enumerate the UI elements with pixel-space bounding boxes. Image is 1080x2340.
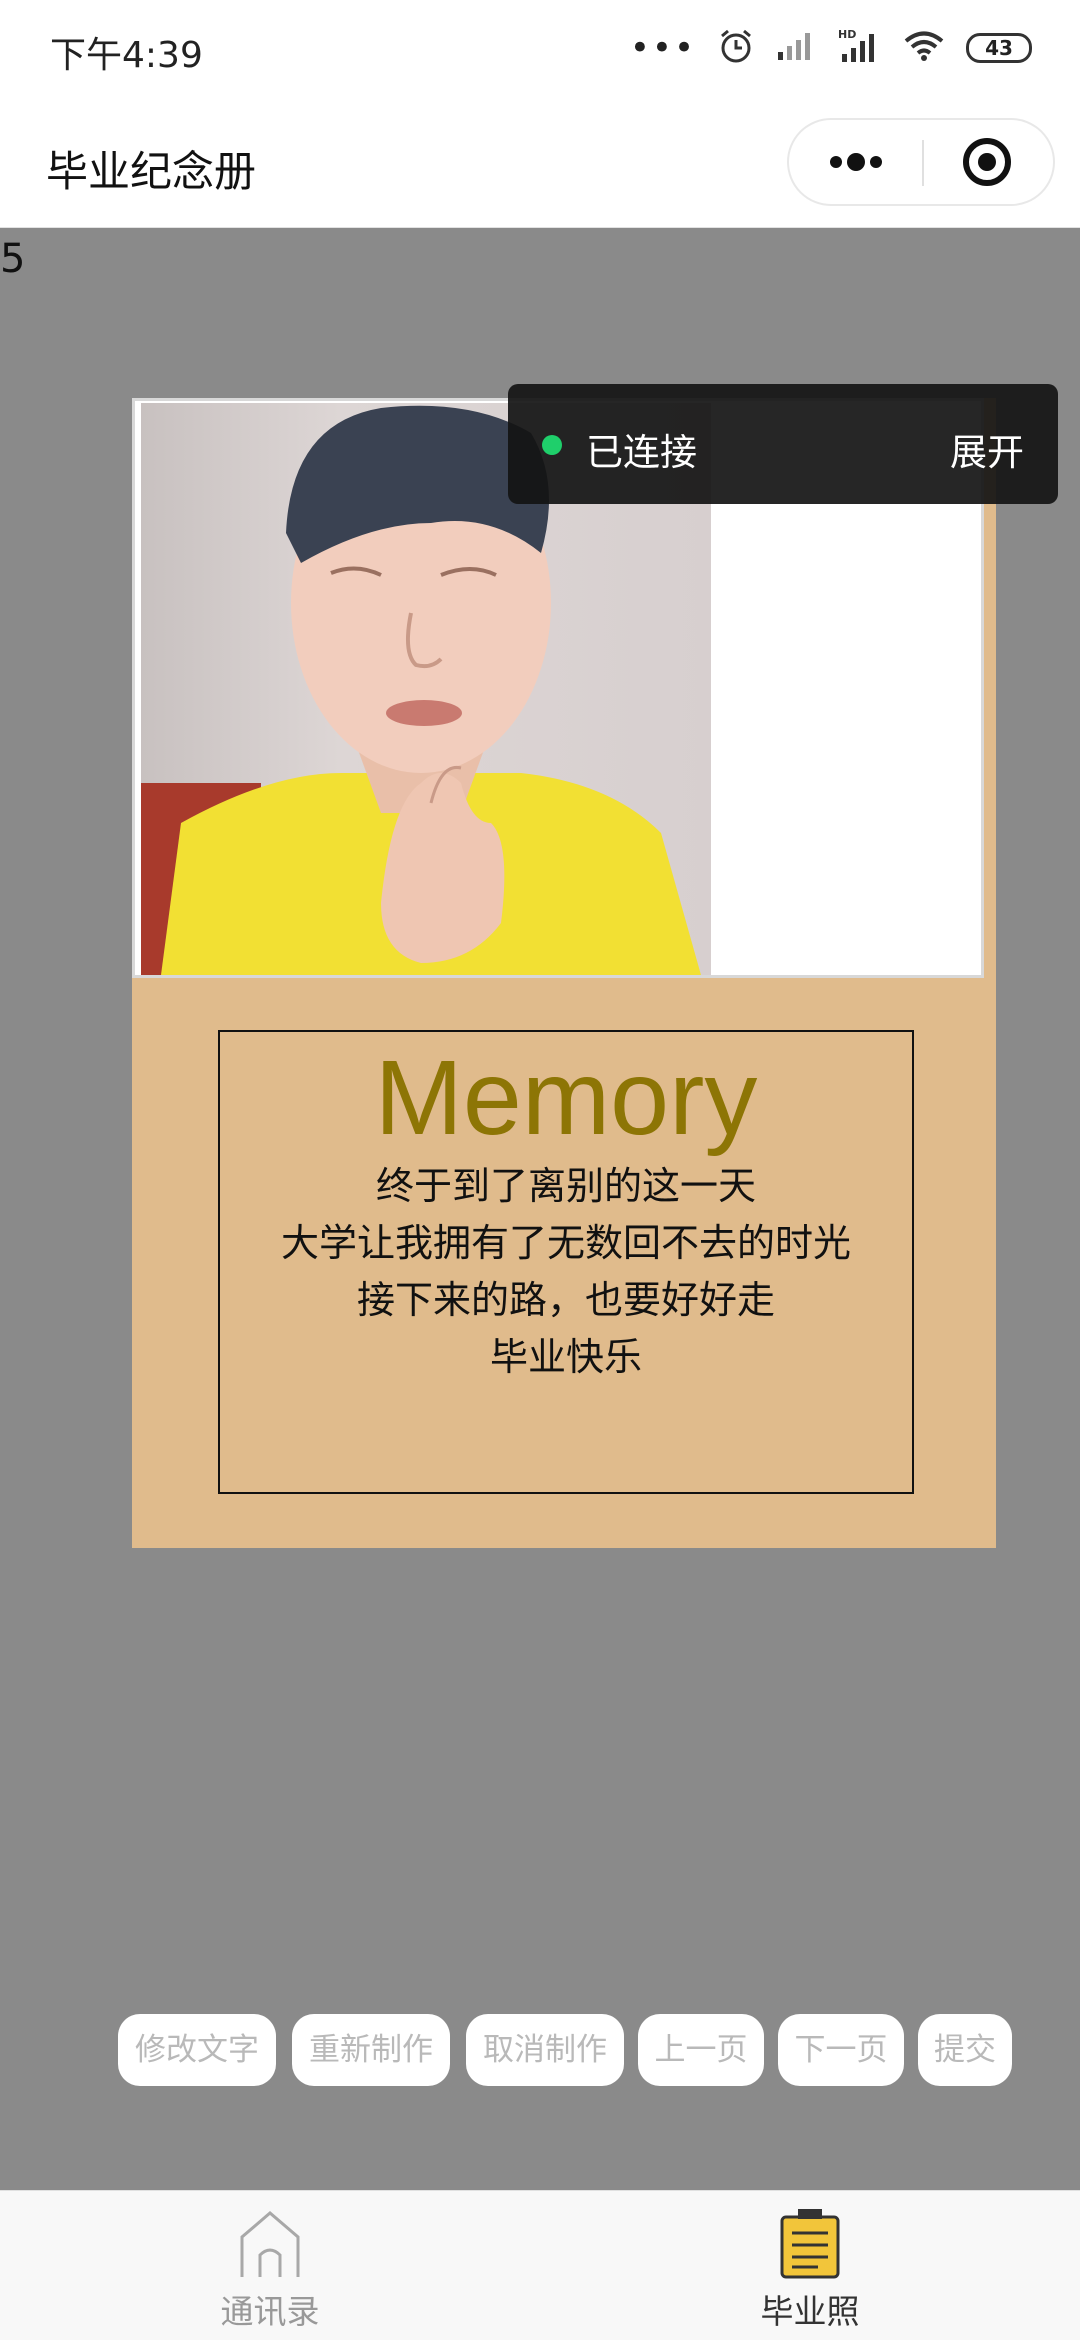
battery-icon: 43 (966, 33, 1032, 63)
remake-button[interactable]: 重新制作 (292, 2014, 450, 2086)
expand-button[interactable]: 展开 (950, 422, 1024, 476)
alarm-icon (718, 28, 754, 68)
memory-line-1: 终于到了离别的这一天 (375, 1164, 756, 1208)
status-time: 下午4:39 (50, 35, 203, 76)
svg-text:HD: HD (838, 28, 856, 41)
tab-contacts[interactable]: 通讯录 (170, 2191, 370, 2340)
connected-status-dot-icon (542, 435, 562, 455)
memory-line-4: 毕业快乐 (489, 1335, 642, 1379)
cancel-making-button[interactable]: 取消制作 (466, 2014, 624, 2086)
tab-graduation-photo[interactable]: 毕业照 (710, 2191, 910, 2340)
next-page-button[interactable]: 下一页 (778, 2014, 904, 2086)
signal-icon (776, 30, 816, 66)
memory-text-box: Memory 终于到了离别的这一天 大学让我拥有了无数回不去的时光 接下来的路，… (218, 1030, 914, 1494)
tab-graduation-photo-label: 毕业照 (760, 2292, 860, 2331)
connection-toast: 已连接 展开 (508, 384, 1058, 504)
memory-line-2: 大学让我拥有了无数回不去的时光 (280, 1221, 851, 1265)
home-icon (240, 2211, 300, 2277)
clipboard-icon (780, 2209, 840, 2279)
connection-status: 已连接 (586, 431, 697, 474)
more-dots-icon: ••• (629, 28, 696, 68)
page-number: 5 (0, 236, 26, 282)
status-bar: 下午4:39 ••• HD 43 (0, 0, 1080, 100)
target-icon (962, 138, 1011, 186)
tab-contacts-label: 通讯录 (220, 2292, 320, 2331)
memory-line-3: 接下来的路，也要好好走 (356, 1278, 775, 1322)
previous-page-button[interactable]: 上一页 (638, 2014, 764, 2086)
submit-button[interactable]: 提交 (918, 2014, 1012, 2086)
memory-title: Memory (374, 1039, 758, 1157)
more-button[interactable] (789, 120, 922, 204)
hd-signal-icon: HD (838, 28, 882, 68)
wifi-icon (904, 30, 944, 66)
memory-card: Memory 终于到了离别的这一天 大学让我拥有了无数回不去的时光 接下来的路，… (132, 398, 996, 1548)
tab-bar: 通讯录 毕业照 (0, 2190, 1080, 2340)
more-dots-icon (829, 153, 882, 171)
status-icons: ••• HD 43 (630, 28, 1032, 68)
nav-bar: 毕业纪念册 (0, 100, 1080, 228)
mini-program-capsule (787, 118, 1055, 206)
close-button[interactable] (920, 120, 1053, 204)
edit-text-button[interactable]: 修改文字 (118, 2014, 276, 2086)
page-title: 毕业纪念册 (46, 147, 257, 196)
app-screen: 下午4:39 ••• HD 43 毕业纪念册 5 Memory 终于到了离别的这… (0, 0, 1080, 2340)
